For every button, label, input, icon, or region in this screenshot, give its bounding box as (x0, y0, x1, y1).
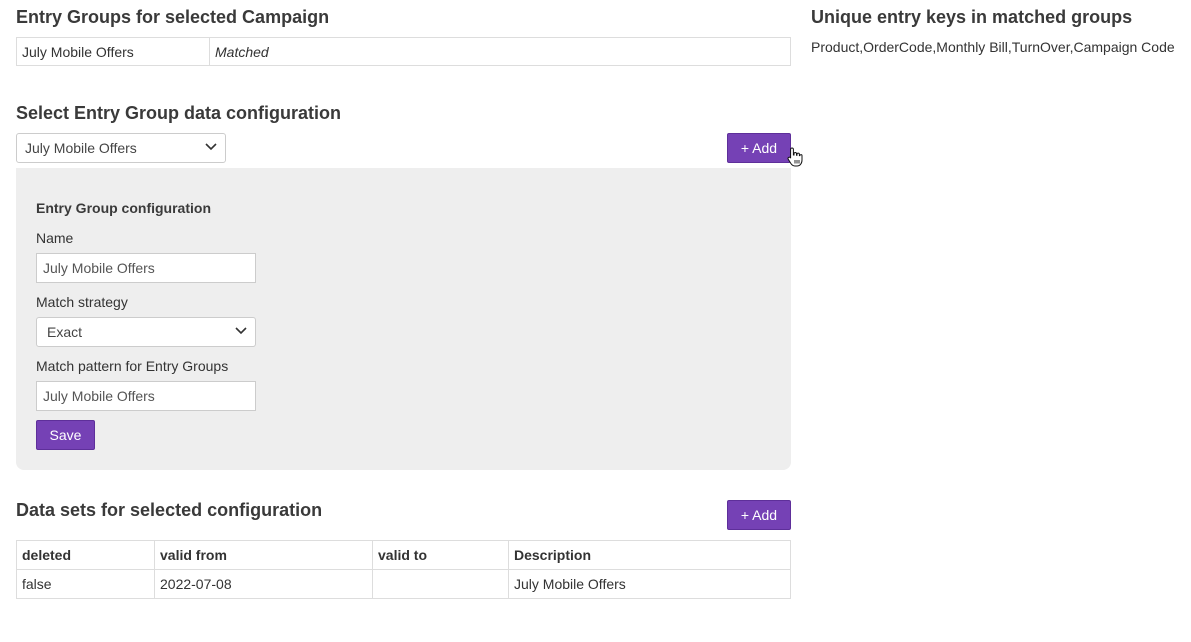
match-pattern-label: Match pattern for Entry Groups (36, 358, 229, 374)
chevron-down-icon (235, 326, 247, 338)
hand-cursor-icon (787, 147, 803, 167)
entry-group-name: July Mobile Offers (16, 37, 210, 66)
page: Entry Groups for selected Campaign July … (0, 0, 1191, 642)
column-header-valid-to: valid to (372, 540, 509, 570)
column-header-valid-from: valid from (154, 540, 373, 570)
cell-valid-from: 2022-07-08 (154, 569, 373, 599)
select-config-title: Select Entry Group data configuration (16, 103, 342, 123)
match-strategy-value: Exact (47, 324, 83, 340)
table-header-row: deleted valid from valid to Description (16, 540, 791, 570)
entry-groups-table: July Mobile Offers Matched (16, 37, 791, 66)
cell-description: July Mobile Offers (508, 569, 791, 599)
name-input[interactable] (36, 253, 256, 283)
match-strategy-select[interactable]: Exact (36, 317, 256, 347)
unique-keys-list: Product,OrderCode,Monthly Bill,TurnOver,… (811, 39, 1175, 55)
name-label: Name (36, 230, 74, 246)
match-strategy-label: Match strategy (36, 294, 128, 310)
match-pattern-input[interactable] (36, 381, 256, 411)
config-select-dropdown[interactable]: July Mobile Offers (16, 133, 226, 163)
entry-group-config-panel: Entry Group configuration Name Match str… (16, 168, 791, 470)
datasets-title: Data sets for selected configuration (16, 500, 323, 520)
table-row[interactable]: false 2022-07-08 July Mobile Offers (16, 569, 791, 599)
add-dataset-button[interactable]: + Add (727, 500, 791, 530)
column-header-description: Description (508, 540, 791, 570)
cell-deleted: false (16, 569, 155, 599)
save-button[interactable]: Save (36, 420, 95, 450)
table-row[interactable]: July Mobile Offers Matched (16, 37, 791, 66)
add-config-button[interactable]: + Add (727, 133, 791, 163)
entry-groups-title: Entry Groups for selected Campaign (16, 7, 330, 27)
column-header-deleted: deleted (16, 540, 155, 570)
config-panel-heading: Entry Group configuration (36, 200, 211, 216)
unique-keys-title: Unique entry keys in matched groups (811, 7, 1133, 27)
entry-group-status: Matched (209, 37, 791, 66)
datasets-table: deleted valid from valid to Description … (16, 540, 791, 599)
cell-valid-to (372, 569, 509, 599)
chevron-down-icon (205, 142, 217, 154)
config-select-value: July Mobile Offers (25, 140, 137, 156)
